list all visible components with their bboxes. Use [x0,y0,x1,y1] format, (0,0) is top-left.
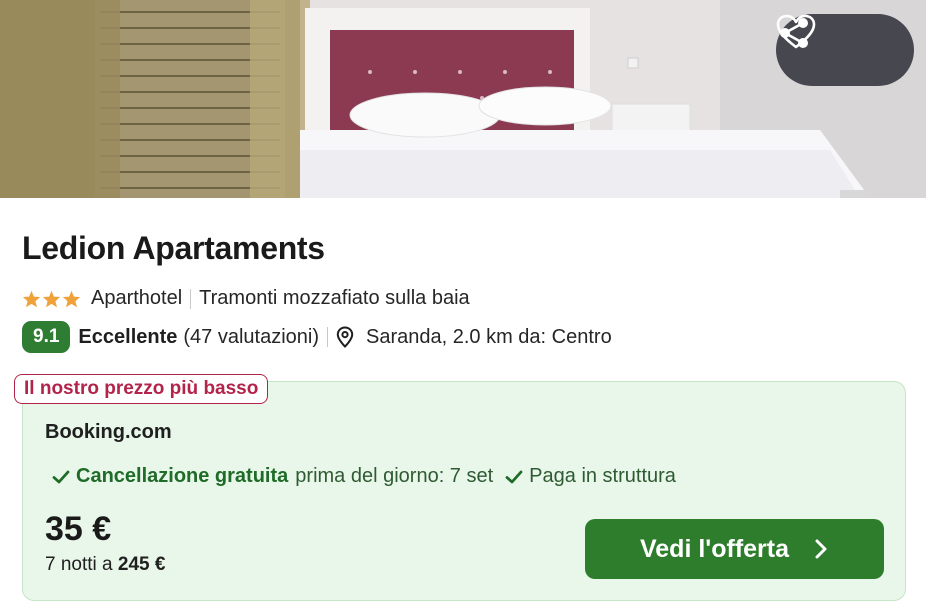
nightly-price: 35 € [45,510,112,548]
cancellation-deadline: prima del giorno: 7 set [295,465,494,487]
chevron-right-icon [815,539,827,559]
total-value: 245 € [117,554,166,575]
rating-location-row: 9.1 Eccellente (47 valutazioni) Saranda,… [22,321,612,353]
rating-label: Eccellente [78,325,178,348]
lowest-price-badge: Il nostro prezzo più basso [14,374,269,404]
review-count[interactable]: (47 valutazioni) [183,326,319,349]
provider-name: Booking.com [45,421,172,443]
check-icon [505,469,523,485]
offer-perks: Cancellazione gratuita prima del giorno:… [52,465,676,488]
view-offer-button[interactable]: Vedi l'offerta [585,519,884,579]
view-offer-label: Vedi l'offerta [639,534,790,563]
check-icon [52,469,70,485]
star-rating [22,290,81,308]
star-icon [42,290,61,307]
map-pin-icon [336,326,354,348]
favorite-button[interactable] [776,14,902,76]
star-icon [62,290,81,307]
pay-at-property-label: Paga in struttura [529,465,676,487]
hotel-photo[interactable] [0,0,926,198]
divider [190,288,192,309]
total-price: 7 notti a 245 € [45,554,165,576]
location-text[interactable]: Saranda, 2.0 km da: Centro [366,326,612,349]
divider [327,327,328,347]
rating-score-badge[interactable]: 9.1 [22,321,71,353]
hotel-name[interactable]: Ledion Apartaments [22,230,325,267]
star-icon [22,290,41,307]
hotel-meta-row: Aparthotel Tramonti mozzafiato sulla bai… [22,287,470,310]
hotel-tagline: Tramonti mozzafiato sulla baia [199,287,470,309]
photo-actions-pill [776,14,914,86]
free-cancellation-label: Cancellazione gratuita [76,465,289,487]
accommodation-type: Aparthotel [91,287,183,309]
heart-icon [776,14,816,49]
total-prefix: 7 notti a [45,554,113,575]
